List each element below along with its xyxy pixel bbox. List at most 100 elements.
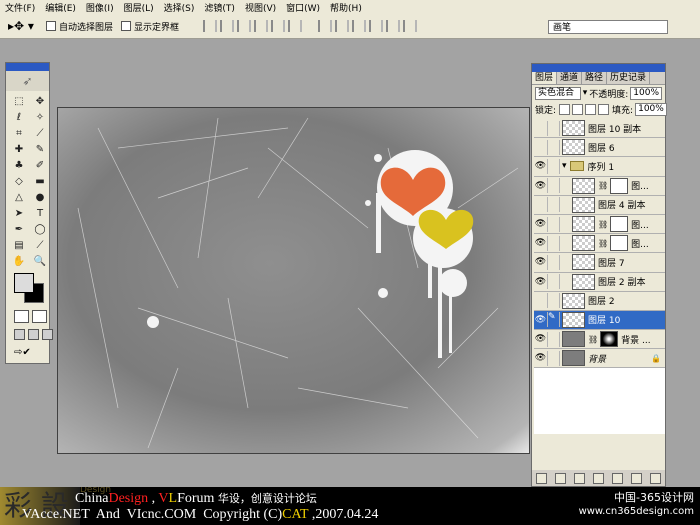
brush-palette-tab[interactable]: 画笔 (548, 20, 668, 34)
dodge-tool-icon[interactable]: ● (31, 190, 49, 204)
layer-row[interactable]: 👁 ⛓ 背景 ... (534, 330, 665, 350)
expand-triangle-icon[interactable]: ▾ (562, 161, 567, 171)
link-slot[interactable] (547, 293, 560, 309)
menu-item[interactable]: 图像(I) (81, 1, 119, 14)
eye-icon[interactable]: 👁 (534, 334, 547, 344)
panel-tab[interactable]: 路径 (582, 72, 608, 84)
layer-row[interactable]: 图层 4 副本 (534, 195, 665, 215)
lock-pixels-icon[interactable] (572, 103, 584, 115)
quick-mask-icon[interactable] (32, 310, 47, 323)
menu-item[interactable]: 视图(V) (240, 1, 281, 14)
clone-stamp-icon[interactable]: ♣ (10, 158, 28, 172)
layer-row[interactable]: 图层 6 (534, 138, 665, 158)
pen-tool-icon[interactable]: ✒ (10, 222, 28, 236)
slice-tool-icon[interactable]: ⟋ (31, 126, 49, 140)
move-tool-icon[interactable]: ✥ (31, 94, 49, 108)
layer-row[interactable]: 👁 ▾ 序列 1 (534, 157, 665, 177)
layer-row[interactable]: 👁 图层 2 副本 (534, 272, 665, 292)
align-left-icon[interactable] (254, 20, 269, 32)
eye-icon[interactable]: 👁 (534, 257, 547, 267)
align-vcenter-icon[interactable] (220, 20, 235, 32)
distribute-hcenter-icon[interactable] (386, 20, 401, 32)
feather-logo-icon[interactable]: ➶ (6, 71, 49, 91)
distribute-left-icon[interactable] (369, 20, 384, 32)
panel-tab[interactable]: 图层 (532, 72, 558, 84)
panel-tab[interactable]: 通道 (557, 72, 583, 84)
layer-row[interactable]: 👁 ✎ 图层 10 (534, 310, 665, 331)
lock-transparency-icon[interactable] (559, 103, 571, 115)
menu-item[interactable]: 选择(S) (159, 1, 200, 14)
link-slot[interactable] (547, 254, 560, 270)
eye-icon[interactable]: 👁 (534, 219, 547, 229)
zoom-tool-icon[interactable]: 🔍 (31, 254, 49, 268)
type-tool-icon[interactable]: T (31, 206, 49, 220)
show-bounds-checkbox[interactable]: 显示定界框 (121, 20, 179, 33)
link-slot[interactable] (547, 197, 560, 213)
eye-icon[interactable]: 👁 (534, 181, 547, 191)
eraser-tool-icon[interactable]: ◇ (10, 174, 28, 188)
notes-tool-icon[interactable]: ▤ (10, 238, 28, 252)
new-layer-icon[interactable] (631, 472, 642, 484)
foreground-color-swatch[interactable] (14, 273, 34, 293)
blend-mode-select[interactable]: 实色混合 (535, 86, 581, 100)
layer-row[interactable]: 👁 ⛓ 图... (534, 214, 665, 235)
healing-brush-icon[interactable]: ✚ (10, 142, 28, 156)
layer-style-icon[interactable] (555, 472, 566, 484)
screen-mode-full-menu-icon[interactable] (28, 329, 39, 340)
layer-row[interactable]: 👁 背景 🔒 (534, 349, 665, 369)
menu-item[interactable]: 窗口(W) (281, 1, 325, 14)
hand-tool-icon[interactable]: ✋ (10, 254, 28, 268)
mask-link-icon[interactable]: ⛓ (598, 239, 608, 248)
document-canvas[interactable] (57, 107, 530, 454)
screen-mode-standard-icon[interactable] (14, 329, 25, 340)
delete-layer-icon[interactable] (650, 472, 661, 484)
marquee-tool-icon[interactable]: ⬚ (10, 94, 28, 108)
eyedropper-tool-icon[interactable]: ⟋ (31, 238, 49, 252)
menu-item[interactable]: 文件(F) (0, 1, 40, 14)
align-top-icon[interactable] (203, 20, 218, 32)
mask-link-icon[interactable]: ⛓ (598, 220, 608, 229)
align-right-icon[interactable] (288, 20, 303, 32)
panel-titlebar[interactable] (532, 64, 665, 72)
new-adjustment-icon[interactable] (612, 472, 623, 484)
toolbox-titlebar[interactable] (6, 63, 49, 71)
link-slot[interactable] (547, 139, 560, 155)
layer-row[interactable]: 图层 2 (534, 291, 665, 311)
layer-mask-thumbnail[interactable] (610, 216, 629, 233)
crop-tool-icon[interactable]: ⌗ (10, 126, 28, 140)
add-mask-icon[interactable] (574, 472, 585, 484)
layer-row[interactable]: 👁 图层 7 (534, 253, 665, 273)
mask-link-icon[interactable]: ⛓ (598, 181, 608, 190)
panel-tab[interactable]: 历史记录 (607, 72, 651, 84)
eye-icon[interactable]: 👁 (534, 161, 547, 171)
link-slot[interactable] (547, 178, 560, 194)
blur-tool-icon[interactable]: △ (10, 190, 28, 204)
mask-link-icon[interactable]: ⛓ (588, 335, 598, 344)
brush-tool-icon[interactable]: ✎ (31, 142, 49, 156)
layer-mask-thumbnail[interactable] (600, 331, 619, 348)
lasso-tool-icon[interactable]: ℓ (10, 110, 28, 124)
menu-item[interactable]: 图层(L) (119, 1, 159, 14)
link-slot[interactable] (547, 331, 560, 347)
brush-indicator-icon[interactable]: ✎ (547, 312, 560, 328)
menu-item[interactable]: 帮助(H) (325, 1, 367, 14)
link-slot[interactable] (547, 235, 560, 251)
move-tool-icon[interactable]: ▸✥ ▾ (0, 19, 38, 33)
standard-mode-icon[interactable] (14, 310, 29, 323)
align-hcenter-icon[interactable] (271, 20, 286, 32)
blend-dropdown-icon[interactable]: ▾ (583, 88, 588, 98)
link-slot[interactable] (547, 274, 560, 290)
link-slot[interactable] (547, 120, 560, 136)
link-slot[interactable] (547, 350, 560, 366)
distribute-bottom-icon[interactable] (352, 20, 367, 32)
distribute-right-icon[interactable] (403, 20, 418, 32)
magic-wand-tool-icon[interactable]: ✧ (31, 110, 49, 124)
layer-row[interactable]: 图层 10 副本 (534, 119, 665, 139)
jump-to-imageready-icon[interactable]: ⇨✔ (14, 347, 31, 358)
link-slot[interactable] (547, 158, 560, 174)
layer-row[interactable]: 👁 ⛓ 图... (534, 234, 665, 254)
distribute-vcenter-icon[interactable] (335, 20, 350, 32)
align-bottom-icon[interactable] (237, 20, 252, 32)
link-layers-icon[interactable] (536, 472, 547, 484)
opacity-field[interactable]: 100% (630, 86, 662, 100)
